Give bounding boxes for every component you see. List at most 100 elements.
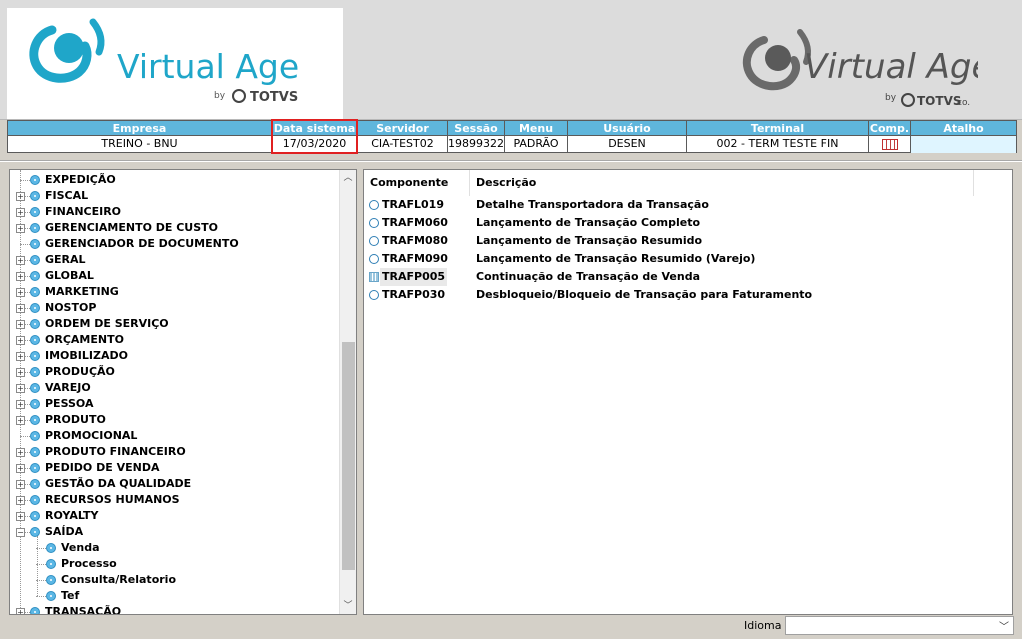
expand-icon[interactable]: + bbox=[16, 208, 25, 217]
tree-item-label: ROYALTY bbox=[45, 509, 99, 522]
list-item[interactable]: TRAFP030 Desbloqueio/Bloqueio de Transaçã… bbox=[364, 286, 1012, 304]
component-description: Lançamento de Transação Resumido bbox=[476, 234, 703, 247]
empresa-cell: Empresa TREINO - BNU bbox=[7, 120, 271, 153]
collapse-icon[interactable]: − bbox=[16, 528, 25, 537]
usuario-cell: Usuário DESEN bbox=[567, 120, 686, 153]
expand-icon[interactable]: + bbox=[16, 512, 25, 521]
radio-icon bbox=[369, 218, 379, 228]
tree-item-label: PRODUTO FINANCEIRO bbox=[45, 445, 186, 458]
scroll-up-icon[interactable]: ︿ bbox=[340, 170, 356, 186]
app-header: Virtual Age by TOTVS Virtual Age by TOTV… bbox=[0, 0, 1022, 120]
expand-icon[interactable]: + bbox=[16, 448, 25, 457]
expand-icon[interactable]: + bbox=[16, 496, 25, 505]
component-description: Lançamento de Transação Completo bbox=[476, 216, 701, 229]
usuario-header: Usuário bbox=[568, 121, 686, 136]
expand-icon[interactable]: + bbox=[16, 352, 25, 361]
expand-icon[interactable]: + bbox=[16, 608, 25, 614]
tree-item-label: Tef bbox=[61, 589, 80, 602]
chevron-down-icon[interactable]: ﹀ bbox=[999, 618, 1009, 633]
scroll-thumb[interactable] bbox=[342, 342, 355, 570]
grid-icon bbox=[369, 272, 379, 282]
tree-connector bbox=[36, 596, 46, 597]
expand-icon[interactable]: + bbox=[16, 192, 25, 201]
tree-node-icon bbox=[30, 239, 40, 249]
tree-item-label: Processo bbox=[61, 557, 117, 570]
atalho-value[interactable] bbox=[911, 136, 1016, 153]
menu-tree[interactable]: EXPEDIÇÃO + FISCAL + FINANCEIRO + GERENCIAMENT… bbox=[9, 169, 357, 615]
status-bar: Idioma ﹀ bbox=[0, 615, 1022, 639]
tree-item-label: NOSTOP bbox=[45, 301, 97, 314]
list-item[interactable]: TRAFM080 Lançamento de Transação Resumido bbox=[364, 232, 1012, 250]
tree-child-guide-line bbox=[37, 536, 38, 596]
list-item[interactable]: TRAFM090 Lançamento de Transação Resumido… bbox=[364, 250, 1012, 268]
component-code: TRAFP030 bbox=[382, 288, 446, 301]
expand-icon[interactable]: + bbox=[16, 304, 25, 313]
svg-text:co.: co. bbox=[957, 98, 970, 108]
calendar-icon[interactable] bbox=[881, 139, 898, 150]
expand-icon[interactable]: + bbox=[16, 224, 25, 233]
svg-text:by: by bbox=[214, 91, 226, 101]
data-sistema-cell: Data sistema 17/03/2020 bbox=[271, 120, 357, 153]
servidor-header: Servidor bbox=[358, 121, 447, 136]
radio-icon bbox=[369, 200, 379, 210]
virtual-age-totvs-logo: Virtual Age by TOTVS co. bbox=[738, 24, 992, 114]
tree-connector bbox=[36, 564, 46, 565]
tree-node-icon bbox=[30, 479, 40, 489]
tree-node-icon bbox=[30, 447, 40, 457]
virtual-age-logo: Virtual Age by TOTVS bbox=[7, 8, 343, 119]
tree-item-label: IMOBILIZADO bbox=[45, 349, 128, 362]
servidor-value: CIA-TEST02 bbox=[371, 137, 434, 150]
scroll-down-icon[interactable]: ﹀ bbox=[340, 598, 356, 614]
tree-connector bbox=[20, 180, 30, 181]
menu-header: Menu bbox=[505, 121, 567, 136]
component-code: TRAFL019 bbox=[382, 198, 444, 211]
empresa-value: TREINO - BNU bbox=[101, 137, 178, 150]
idioma-select[interactable]: ﹀ bbox=[785, 616, 1014, 635]
list-item[interactable]: TRAFM060 Lançamento de Transação Completo bbox=[364, 214, 1012, 232]
atalho-cell[interactable]: Atalho bbox=[910, 120, 1017, 153]
tree-node-icon bbox=[30, 367, 40, 377]
tree-connector bbox=[36, 548, 46, 549]
tree-item-label: GESTÃO DA QUALIDADE bbox=[45, 477, 192, 490]
comp-header: Comp. bbox=[869, 121, 910, 136]
expand-icon[interactable]: + bbox=[16, 384, 25, 393]
terminal-value: 002 - TERM TESTE FIN bbox=[716, 137, 839, 150]
expand-icon[interactable]: + bbox=[16, 288, 25, 297]
tree-node-icon bbox=[30, 287, 40, 297]
column-componente[interactable]: Componente bbox=[364, 170, 470, 196]
expand-icon[interactable]: + bbox=[16, 320, 25, 329]
expand-icon[interactable]: + bbox=[16, 272, 25, 281]
expand-icon[interactable]: + bbox=[16, 256, 25, 265]
data-sistema-value: 17/03/2020 bbox=[282, 137, 347, 150]
component-code: TRAFM080 bbox=[382, 234, 448, 247]
list-item[interactable]: TRAFP005 Continuação de Transação de Vend… bbox=[364, 268, 1012, 286]
column-descricao[interactable]: Descrição bbox=[470, 170, 974, 196]
divider bbox=[0, 160, 1022, 162]
expand-icon[interactable]: + bbox=[16, 464, 25, 473]
expand-icon[interactable]: + bbox=[16, 368, 25, 377]
tree-node-icon bbox=[30, 495, 40, 505]
tree-item-label: SAÍDA bbox=[45, 525, 84, 538]
tree-scrollbar[interactable]: ︿ ﹀ bbox=[339, 170, 356, 614]
tree-node-icon bbox=[30, 175, 40, 185]
expand-icon[interactable]: + bbox=[16, 480, 25, 489]
expand-icon[interactable]: + bbox=[16, 400, 25, 409]
comp-cell: Comp. bbox=[868, 120, 910, 153]
expand-icon[interactable]: + bbox=[16, 336, 25, 345]
tree-item-label: Venda bbox=[61, 541, 100, 554]
tree-item-label: ORÇAMENTO bbox=[45, 333, 124, 346]
tree-connector bbox=[36, 580, 46, 581]
tree-node-icon bbox=[46, 575, 56, 585]
usuario-value: DESEN bbox=[608, 137, 646, 150]
tree-node-icon bbox=[30, 607, 40, 614]
tree-item-label: TRANSAÇÃO bbox=[45, 605, 122, 615]
tree-node-icon bbox=[30, 319, 40, 329]
component-code: TRAFM090 bbox=[382, 252, 448, 265]
tree-connector bbox=[20, 436, 30, 437]
list-item[interactable]: TRAFL019 Detalhe Transportadora da Transa… bbox=[364, 196, 1012, 214]
tree-node-icon bbox=[30, 207, 40, 217]
empresa-header: Empresa bbox=[8, 121, 271, 136]
tree-node-icon bbox=[30, 415, 40, 425]
expand-icon[interactable]: + bbox=[16, 416, 25, 425]
radio-icon bbox=[369, 236, 379, 246]
